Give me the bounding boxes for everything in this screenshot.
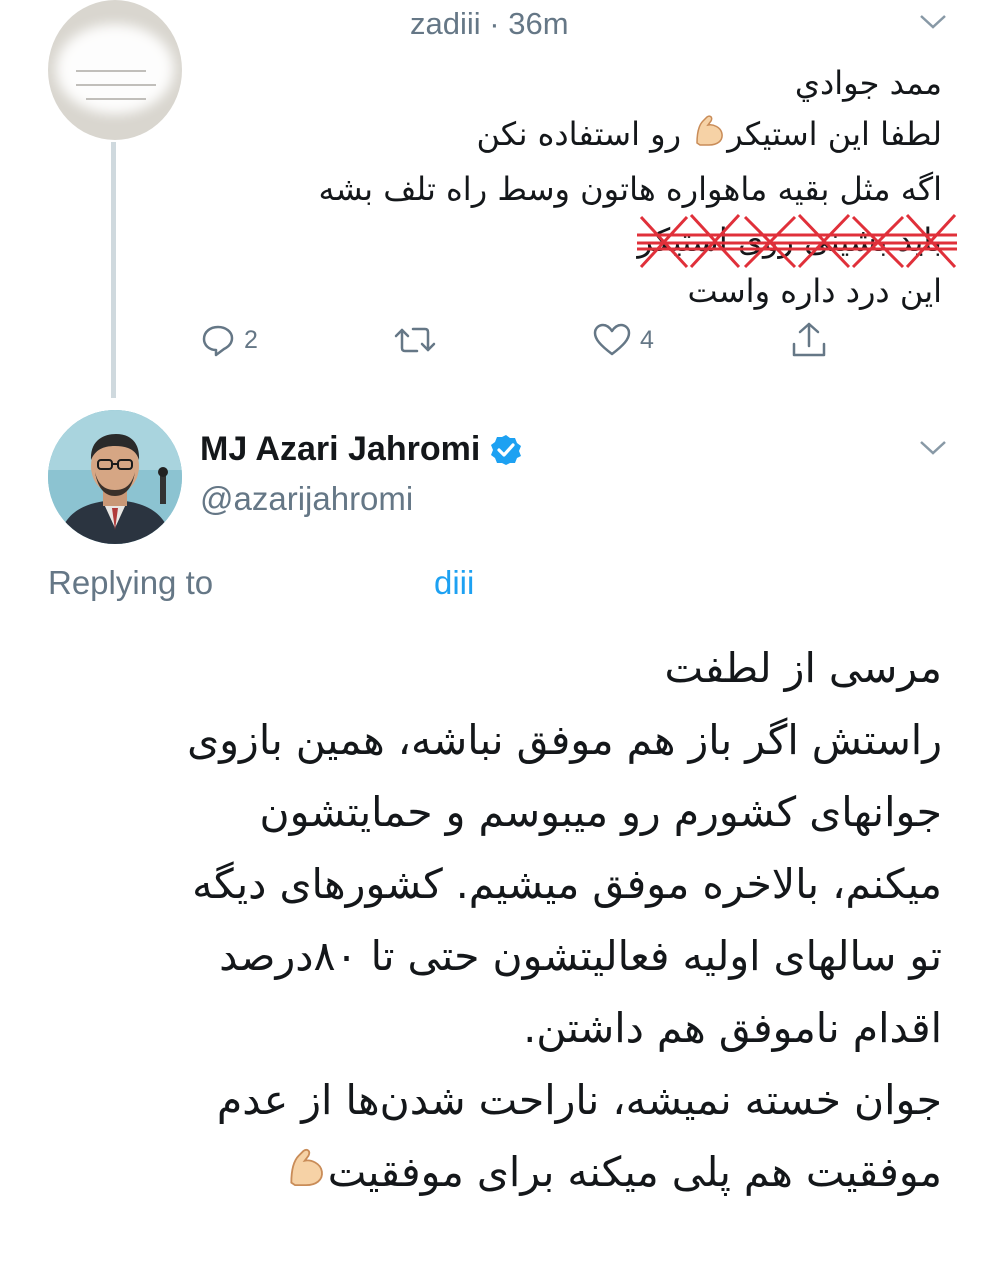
- parent-line-2: لطفا این استیکر رو استفاده نکن: [182, 109, 942, 164]
- parent-time[interactable]: 36m: [508, 6, 568, 41]
- reply-target-link[interactable]: diii: [434, 564, 474, 602]
- parent-tweet-meta: zadiii · 36m: [410, 6, 569, 42]
- main-line-7: جوان خسته نمیشه، ناراحت شدن‌ها از عدم: [216, 1076, 942, 1124]
- parent-line-2a: لطفا این استیکر: [727, 115, 942, 153]
- like-button[interactable]: 4: [592, 318, 654, 362]
- author-name-row[interactable]: MJ Azari Jahromi: [200, 430, 522, 469]
- verified-badge-icon: [491, 434, 522, 465]
- flexed-biceps-icon: [691, 113, 727, 164]
- share-button[interactable]: [789, 318, 829, 362]
- main-line-5: تو سالهای اولیه فعالیتشون حتی تا ۸۰درصد: [219, 932, 942, 980]
- parent-line-3: اگه مثل بقیه ماهواره هاتون وسط راه تلف ب…: [318, 170, 942, 208]
- like-icon: [593, 323, 631, 356]
- reply-button[interactable]: 2: [200, 318, 258, 362]
- parent-line-2b: رو استفاده نکن: [476, 115, 682, 153]
- parent-avatar[interactable]: [48, 0, 182, 140]
- main-line-6: اقدام ناموفق هم داشتن.: [523, 1004, 942, 1052]
- share-icon: [792, 322, 826, 357]
- author-name[interactable]: MJ Azari Jahromi: [200, 430, 480, 469]
- main-tweet-text: مرسی از لطفت راستش اگر باز هم موفق نباشه…: [62, 632, 942, 1212]
- main-line-3: جوانهای کشورم رو میبوسم و حمایتشون: [259, 788, 942, 836]
- main-line-8-text: موفقیت هم پلی میکنه برای موفقیت: [327, 1148, 942, 1196]
- author-photo-icon: [48, 410, 182, 544]
- parent-line-4: باید بشینی روی استیکر: [182, 213, 958, 269]
- red-scribble-icon: [637, 213, 958, 269]
- thread-line: [111, 142, 116, 398]
- parent-line-5: این درد داره واست: [687, 272, 942, 310]
- author-handle[interactable]: @azarijahromi: [200, 480, 413, 518]
- meta-separator: ·: [489, 6, 500, 41]
- struck-through-text: بشینی روی استیکر: [637, 213, 958, 269]
- chevron-down-icon[interactable]: [918, 12, 948, 32]
- chevron-down-icon[interactable]: [918, 438, 948, 458]
- reply-count: 2: [244, 325, 258, 354]
- main-line-1: مرسی از لطفت: [664, 644, 943, 692]
- flexed-biceps-icon: [284, 1140, 328, 1212]
- main-line-4: میکنم، بالاخره موفق میشیم. کشورهای دیگه: [192, 860, 942, 908]
- parent-line-1: ممد جوادي: [794, 64, 942, 102]
- parent-tweet-text: ممد جوادي لطفا این استیکر رو استفاده نکن…: [182, 58, 958, 317]
- retweet-button[interactable]: [393, 318, 437, 362]
- author-avatar[interactable]: [48, 410, 182, 544]
- like-count: 4: [640, 325, 654, 354]
- parent-user-name[interactable]: zadiii: [410, 6, 481, 41]
- main-line-8: موفقیت هم پلی میکنه برای موفقیت: [62, 1136, 942, 1212]
- reply-icon: [202, 325, 234, 357]
- replying-to-label: Replying to: [48, 564, 214, 601]
- retweet-icon: [394, 327, 436, 353]
- main-line-2: راستش اگر باز هم موفق نباشه، همین بازوی: [187, 716, 942, 764]
